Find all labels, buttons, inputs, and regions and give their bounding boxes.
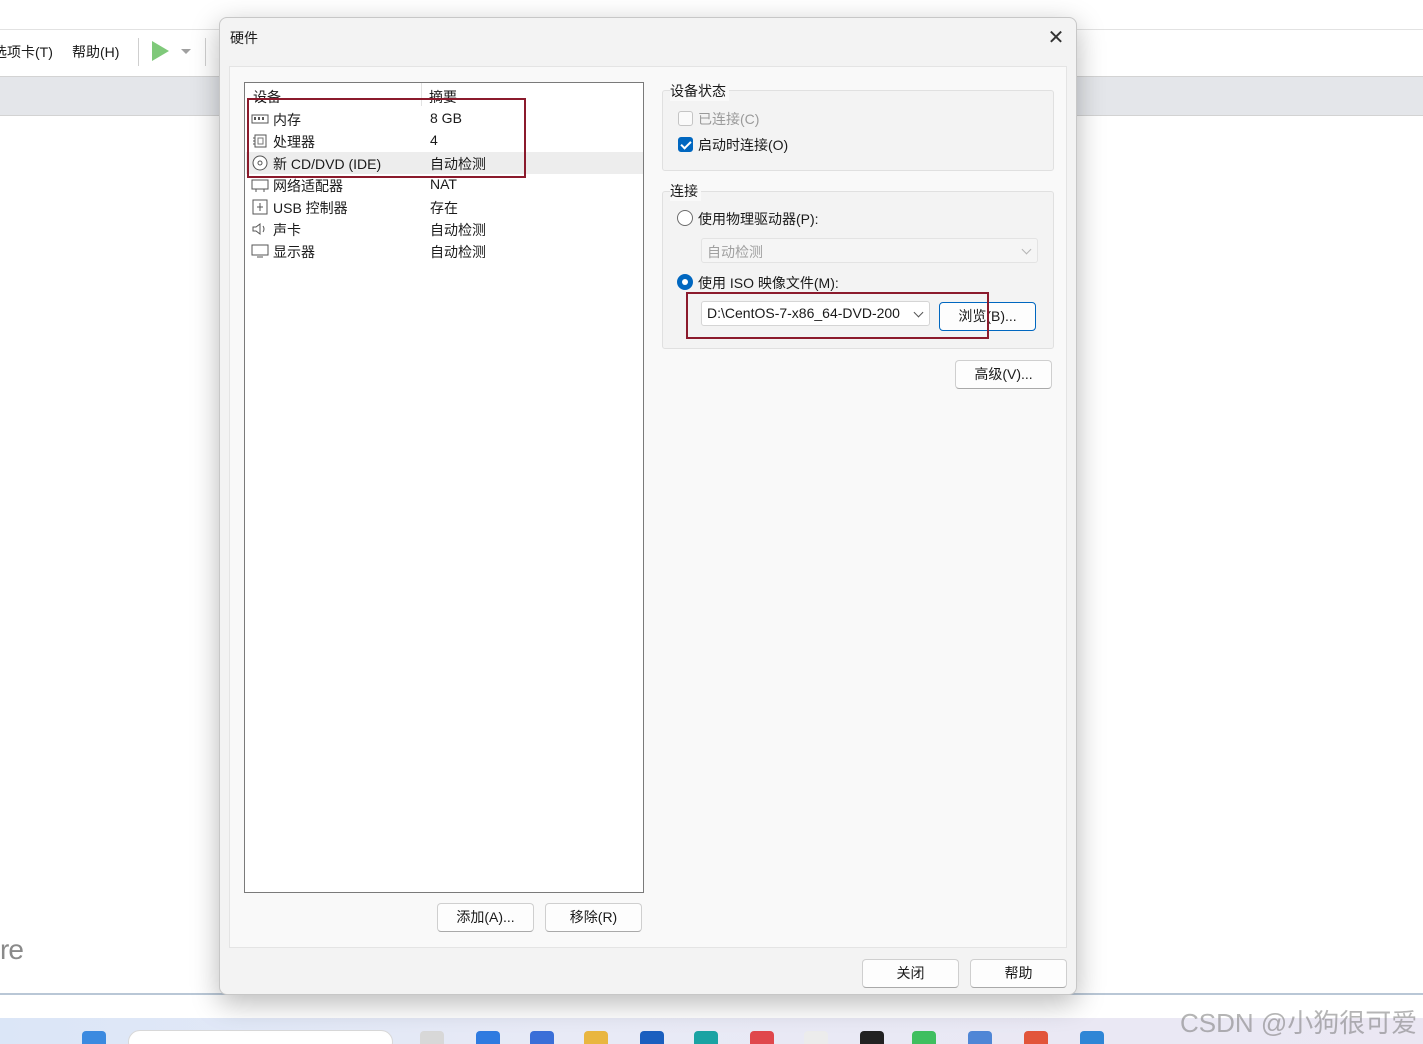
monitor-icon <box>251 244 269 258</box>
taskbar-app-icon[interactable] <box>694 1031 718 1044</box>
physical-drive-label: 使用物理驱动器(P): <box>698 211 819 227</box>
taskbar-app-icon[interactable] <box>1080 1031 1104 1044</box>
network-icon <box>251 179 269 192</box>
menu-tabs[interactable]: 选项卡(T) <box>0 42 53 62</box>
toolbar-separator <box>138 38 139 66</box>
taskbar-app-icon[interactable] <box>912 1031 936 1044</box>
device-summary: NAT <box>430 176 457 192</box>
physical-drive-radio[interactable] <box>677 210 693 226</box>
speaker-icon <box>252 223 265 235</box>
taskbar-app-icon[interactable] <box>420 1031 444 1044</box>
device-row-sound[interactable]: 声卡 自动检测 <box>246 218 643 240</box>
device-table[interactable]: 设备 摘要 内存 8 GB 处理器 4 新 CD/DVD (IDE) 自动检测 … <box>244 82 644 893</box>
chevron-down-icon <box>1021 244 1032 255</box>
taskbar-app-icon[interactable] <box>476 1031 500 1044</box>
device-row-usb[interactable]: USB 控制器 存在 <box>246 196 643 218</box>
connected-checkbox[interactable] <box>678 111 693 126</box>
connect-on-start-checkbox[interactable] <box>678 137 693 152</box>
device-summary: 自动检测 <box>430 244 486 260</box>
physical-drive-select[interactable]: 自动检测 <box>701 238 1038 263</box>
device-summary: 自动检测 <box>430 222 486 238</box>
add-device-button[interactable]: 添加(A)... <box>437 903 534 932</box>
device-row-display[interactable]: 显示器 自动检测 <box>246 240 643 262</box>
taskbar-app-icon[interactable] <box>968 1031 992 1044</box>
play-dropdown-icon[interactable] <box>181 49 191 54</box>
device-name: 网络适配器 <box>273 178 343 194</box>
connect-on-start-label: 启动时连接(O) <box>698 137 789 153</box>
toolbar-separator <box>205 38 206 66</box>
watermark: CSDN @小狗很可爱 <box>1180 1008 1418 1038</box>
iso-image-radio[interactable] <box>677 274 693 290</box>
highlight-box-iso <box>686 292 989 339</box>
taskbar-app-icon[interactable] <box>640 1031 664 1044</box>
taskbar-app-icon[interactable] <box>530 1031 554 1044</box>
taskbar-app-icon[interactable] <box>750 1031 774 1044</box>
highlight-box-devices <box>247 98 526 178</box>
device-status-title: 设备状态 <box>670 81 729 101</box>
folder-icon[interactable] <box>584 1031 608 1044</box>
brand-logo-fragment: re <box>0 934 24 965</box>
start-icon[interactable] <box>82 1031 106 1044</box>
help-button[interactable]: 帮助 <box>970 959 1067 988</box>
device-name: 声卡 <box>273 222 301 238</box>
menu-help[interactable]: 帮助(H) <box>72 42 119 62</box>
connected-label: 已连接(C) <box>698 111 760 127</box>
device-status-group <box>662 90 1054 171</box>
taskbar-search[interactable] <box>128 1030 393 1044</box>
advanced-button[interactable]: 高级(V)... <box>955 360 1052 389</box>
taskbar-app-icon[interactable] <box>860 1031 884 1044</box>
close-button[interactable]: 关闭 <box>862 959 959 988</box>
device-summary: 存在 <box>430 200 458 216</box>
taskbar-app-icon[interactable] <box>1024 1031 1048 1044</box>
usb-icon <box>252 199 268 215</box>
connection-title: 连接 <box>670 181 701 201</box>
dialog-title: 硬件 <box>230 30 258 46</box>
hardware-dialog: 硬件 ✕ 设备 摘要 内存 8 GB 处理器 4 新 CD/DVD (IDE) … <box>219 17 1077 995</box>
close-icon[interactable]: ✕ <box>1038 24 1074 54</box>
physical-drive-value: 自动检测 <box>707 244 763 260</box>
remove-device-button[interactable]: 移除(R) <box>545 903 642 932</box>
play-icon[interactable] <box>152 41 169 61</box>
iso-image-label: 使用 ISO 映像文件(M): <box>698 275 839 291</box>
device-name: 显示器 <box>273 244 315 260</box>
device-name: USB 控制器 <box>273 200 348 216</box>
taskbar-app-icon[interactable] <box>804 1031 828 1044</box>
